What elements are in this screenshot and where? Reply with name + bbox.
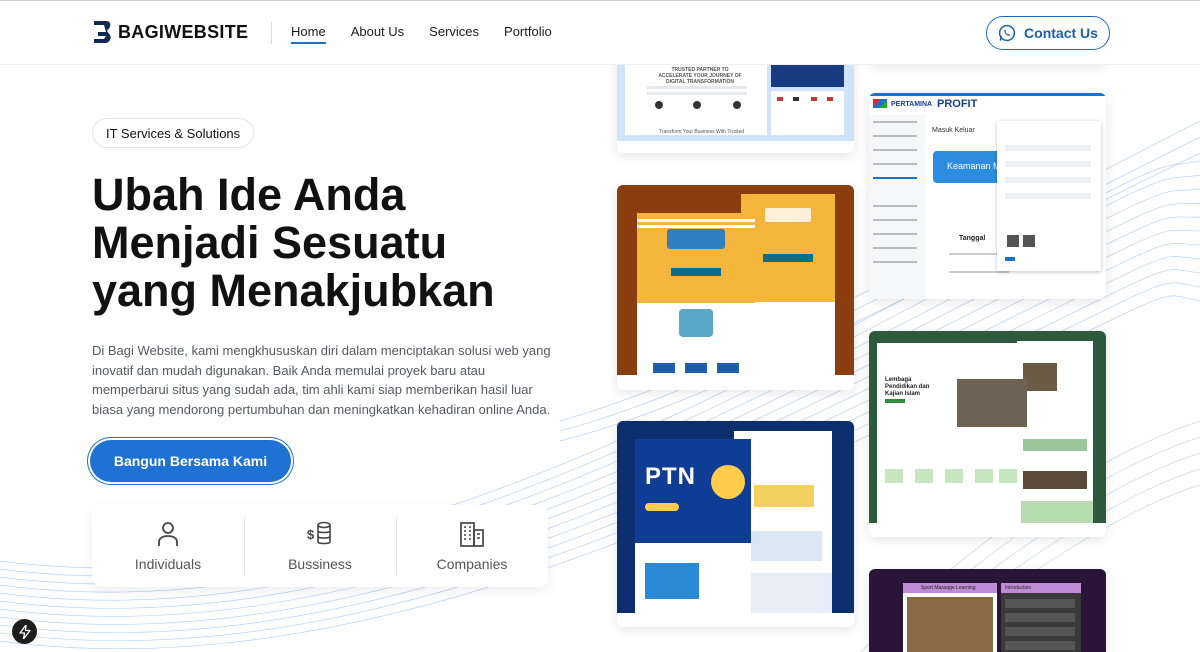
contact-us-label: Contact Us — [1024, 25, 1098, 41]
segment-label: Individuals — [134, 556, 202, 572]
nav-divider — [271, 22, 272, 44]
portfolio-screenshot: Lembaga Pendidikan dan Kajian Islam — [869, 331, 1106, 523]
card1-footer: Transform Your Business With Trusted — [659, 129, 745, 135]
segment-companies[interactable]: Companies — [396, 505, 548, 587]
building-icon — [460, 522, 484, 547]
portfolio-card-bahasa[interactable] — [617, 185, 854, 390]
pertamina-breadcrumb: Masuk Keluar — [932, 127, 975, 134]
portfolio-card-pertamina[interactable]: PERTAMINA PROFIT Masuk Keluar Keamanan M… — [869, 93, 1106, 299]
nav-portfolio[interactable]: Portfolio — [504, 24, 552, 44]
build-with-us-button[interactable]: Bangun Bersama Kami — [90, 440, 291, 482]
portfolio-card-ptn[interactable]: PTN — [617, 421, 854, 627]
course-title: Sport Massage Learning — [921, 585, 976, 591]
portfolio-screenshot: Sport Massage Learning Introduction — [869, 569, 1106, 652]
segment-business[interactable]: $ Bussiness — [244, 505, 396, 587]
pertamina-table-header: Tanggal — [959, 235, 986, 242]
pertamina-banner: Keamanan M — [947, 161, 1001, 171]
svg-text:$: $ — [307, 527, 315, 542]
bolt-icon — [18, 624, 31, 639]
bolt-icon-button[interactable] — [12, 619, 37, 644]
segment-individuals[interactable]: Individuals — [92, 505, 244, 587]
segment-label: Companies — [436, 556, 508, 572]
pertamina-brand: PERTAMINA — [891, 101, 933, 108]
portfolio-screenshot: PERTAMINA PROFIT Masuk Keluar Keamanan M… — [869, 93, 1106, 299]
main-nav: Home About Us Services Portfolio — [291, 24, 552, 44]
site-header: BAGIWEBSITE Home About Us Services Portf… — [0, 1, 1200, 65]
money-icon: $ — [307, 521, 331, 545]
hero-headline: Ubah Ide Anda Menjadi Sesuatu yang Menak… — [92, 171, 562, 315]
hero-headline-line3: yang Menakjubkan — [92, 265, 495, 316]
portfolio-card-course[interactable]: Sport Massage Learning Introduction — [869, 569, 1106, 652]
logo-b-icon — [94, 21, 111, 43]
ptn-title: PTN — [645, 463, 696, 490]
nav-home[interactable]: Home — [291, 24, 326, 44]
course-panel-title: Introduction — [1005, 585, 1032, 591]
hero-badge: IT Services & Solutions — [92, 118, 255, 148]
brand-name: BAGIWEBSITE — [118, 21, 249, 42]
portfolio-screenshot: PTN — [617, 421, 854, 613]
hero-description: Di Bagi Website, kami mengkhususkan diri… — [92, 343, 551, 417]
contact-us-button[interactable]: Contact Us — [986, 16, 1110, 50]
page-root: BAGIWEBSITE Home About Us Services Portf… — [0, 0, 1200, 652]
nav-about-us[interactable]: About Us — [351, 24, 404, 44]
segment-label: Bussiness — [288, 556, 352, 572]
audience-segments: Individuals $ Bussiness Companies — [92, 505, 548, 587]
person-icon — [158, 522, 178, 546]
nav-services[interactable]: Services — [429, 24, 479, 44]
brand-logo[interactable]: BAGIWEBSITE — [92, 20, 248, 44]
hero-headline-line1: Ubah Ide Anda — [92, 169, 406, 220]
profit-brand: PROFIT — [937, 98, 978, 110]
hero-headline-line2: Menjadi Sesuatu — [92, 217, 448, 268]
card1-heading: TRUSTED PARTNER TO ACCELERATE YOUR JOURN… — [658, 67, 742, 85]
school-title: Lembaga Pendidikan dan Kajian Islam — [885, 377, 930, 397]
whatsapp-icon — [998, 24, 1016, 42]
portfolio-screenshot — [617, 185, 854, 375]
portfolio-card-school[interactable]: Lembaga Pendidikan dan Kajian Islam — [869, 331, 1106, 537]
